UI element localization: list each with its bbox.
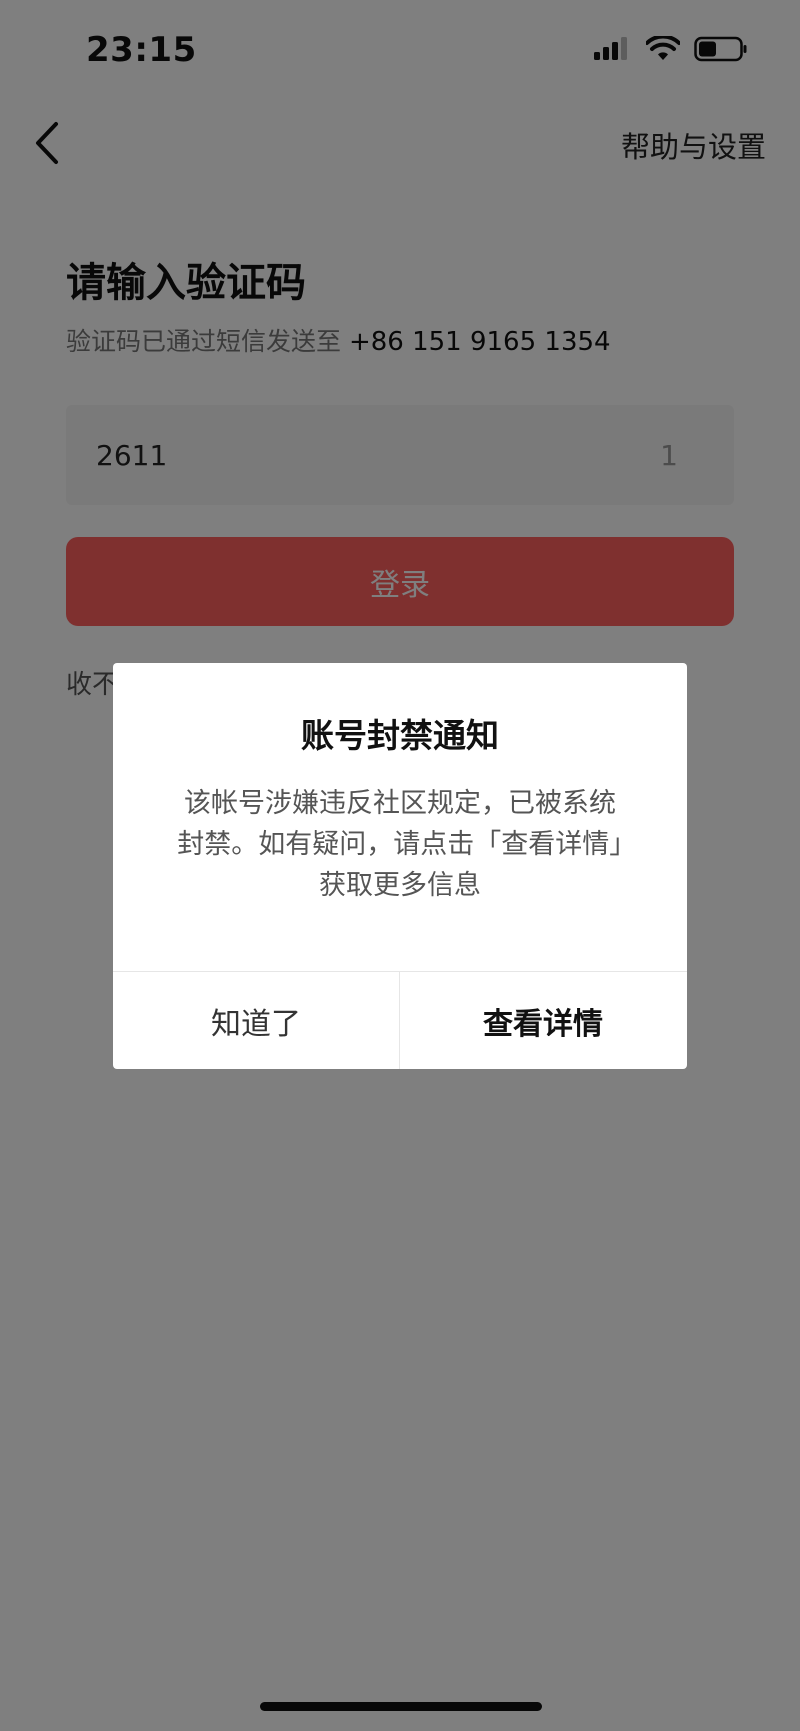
ban-notice-dialog: 账号封禁通知 该帐号涉嫌违反社区规定，已被系统封禁。如有疑问，请点击「查看详情」… [113, 663, 687, 1069]
dismiss-button[interactable]: 知道了 [113, 972, 399, 1069]
dialog-title: 账号封禁通知 [301, 716, 499, 755]
view-details-button[interactable]: 查看详情 [400, 972, 686, 1069]
dialog-message: 该帐号涉嫌违反社区规定，已被系统封禁。如有疑问，请点击「查看详情」获取更多信息 [177, 788, 623, 901]
